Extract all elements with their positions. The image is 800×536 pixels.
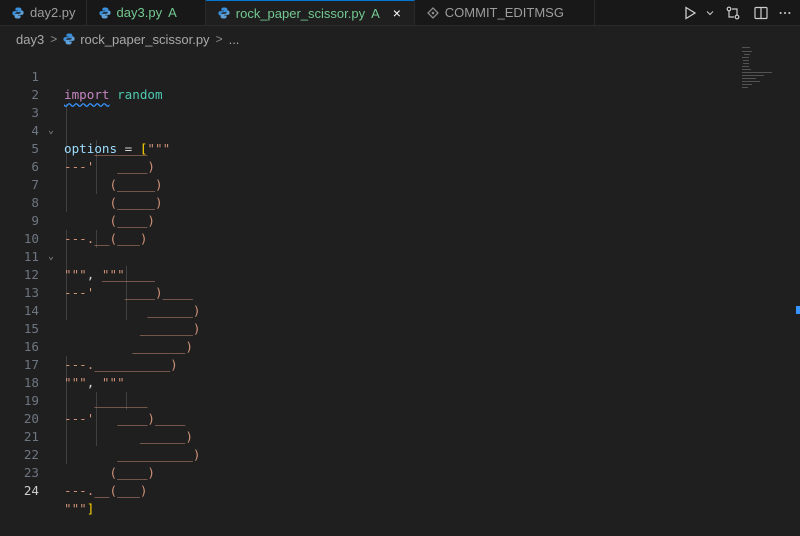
code-line: 20 ______)	[23, 411, 193, 444]
code-line: 4 _______	[31, 123, 148, 156]
python-file-icon	[98, 7, 111, 18]
python-file-icon	[63, 33, 75, 45]
editor-actions	[682, 0, 800, 25]
play-icon[interactable]	[682, 2, 698, 24]
code-line: 18 _______	[23, 375, 148, 408]
git-commit-icon	[426, 6, 439, 19]
code-line: 23 ---.__(___)	[23, 465, 148, 498]
tab-day2[interactable]: day2.py	[0, 0, 87, 25]
code-line: 7 (_____)	[31, 177, 163, 210]
code-line: 6 (_____)	[31, 159, 163, 192]
compare-changes-icon[interactable]	[722, 2, 744, 24]
tab-rock-paper-scissor[interactable]: rock_paper_scissor.py A ×	[205, 0, 415, 25]
breadcrumb-more[interactable]: ...	[229, 32, 240, 47]
code-line: 12 ---' ____)____	[23, 267, 193, 300]
breadcrumb: day3 > rock_paper_scissor.py > ...	[0, 28, 800, 50]
code-line: 11 _______	[23, 249, 155, 282]
minimap[interactable]	[740, 45, 790, 105]
code-line: 22 (____)	[23, 447, 155, 480]
code-line: 2	[31, 87, 39, 102]
close-icon[interactable]: ×	[390, 5, 404, 21]
code-line: 8 (____)	[31, 195, 155, 228]
chevron-down-icon[interactable]	[704, 2, 716, 24]
tab-label: day2.py	[30, 5, 76, 20]
code-line: 21 __________)	[23, 429, 201, 462]
scrollbar-marker[interactable]	[796, 306, 800, 314]
code-line: 5 ---' ____)	[31, 141, 155, 174]
code-line: 17 """, """	[23, 357, 125, 390]
code-line: 9 ---.__(___)	[31, 213, 148, 246]
tab-bar: day2.py day3.py A rock_paper_scissor.py …	[0, 0, 800, 26]
code-line: 10 ⌄ """, """	[23, 231, 125, 282]
tab-day3[interactable]: day3.py A	[87, 0, 206, 25]
tab-commit-editmsg[interactable]: COMMIT_EDITMSG	[415, 0, 595, 25]
code-line: 3 ⌄ options = ["""	[31, 105, 171, 156]
chevron-right-icon: >	[215, 32, 223, 46]
breadcrumb-file[interactable]: rock_paper_scissor.py	[80, 32, 209, 47]
tab-label: rock_paper_scissor.py	[235, 5, 366, 21]
code-line: 19 ---' ____)____	[23, 393, 186, 426]
split-editor-icon[interactable]	[750, 2, 772, 24]
chevron-right-icon: >	[50, 32, 58, 46]
code-line: 24 """]	[23, 483, 95, 516]
tab-label: day3.py	[116, 5, 163, 20]
git-status-badge: A	[168, 5, 177, 20]
git-status-badge: A	[371, 5, 380, 21]
code-line: 1 import random	[31, 69, 163, 102]
code-line: 14 _______)	[23, 303, 201, 336]
breadcrumb-folder[interactable]: day3	[16, 32, 44, 47]
code-line: 13 ______)	[23, 285, 201, 318]
code-line: 15 _______)	[23, 321, 193, 354]
code-editor[interactable]: 1 import random 2 3 ⌄ options = [""" 4 _…	[0, 50, 800, 516]
more-actions-icon[interactable]	[778, 2, 792, 24]
python-file-icon	[12, 7, 24, 18]
code-line: 16 ---.__________)	[23, 339, 178, 372]
python-file-icon	[218, 7, 230, 19]
tab-label: COMMIT_EDITMSG	[444, 5, 564, 20]
